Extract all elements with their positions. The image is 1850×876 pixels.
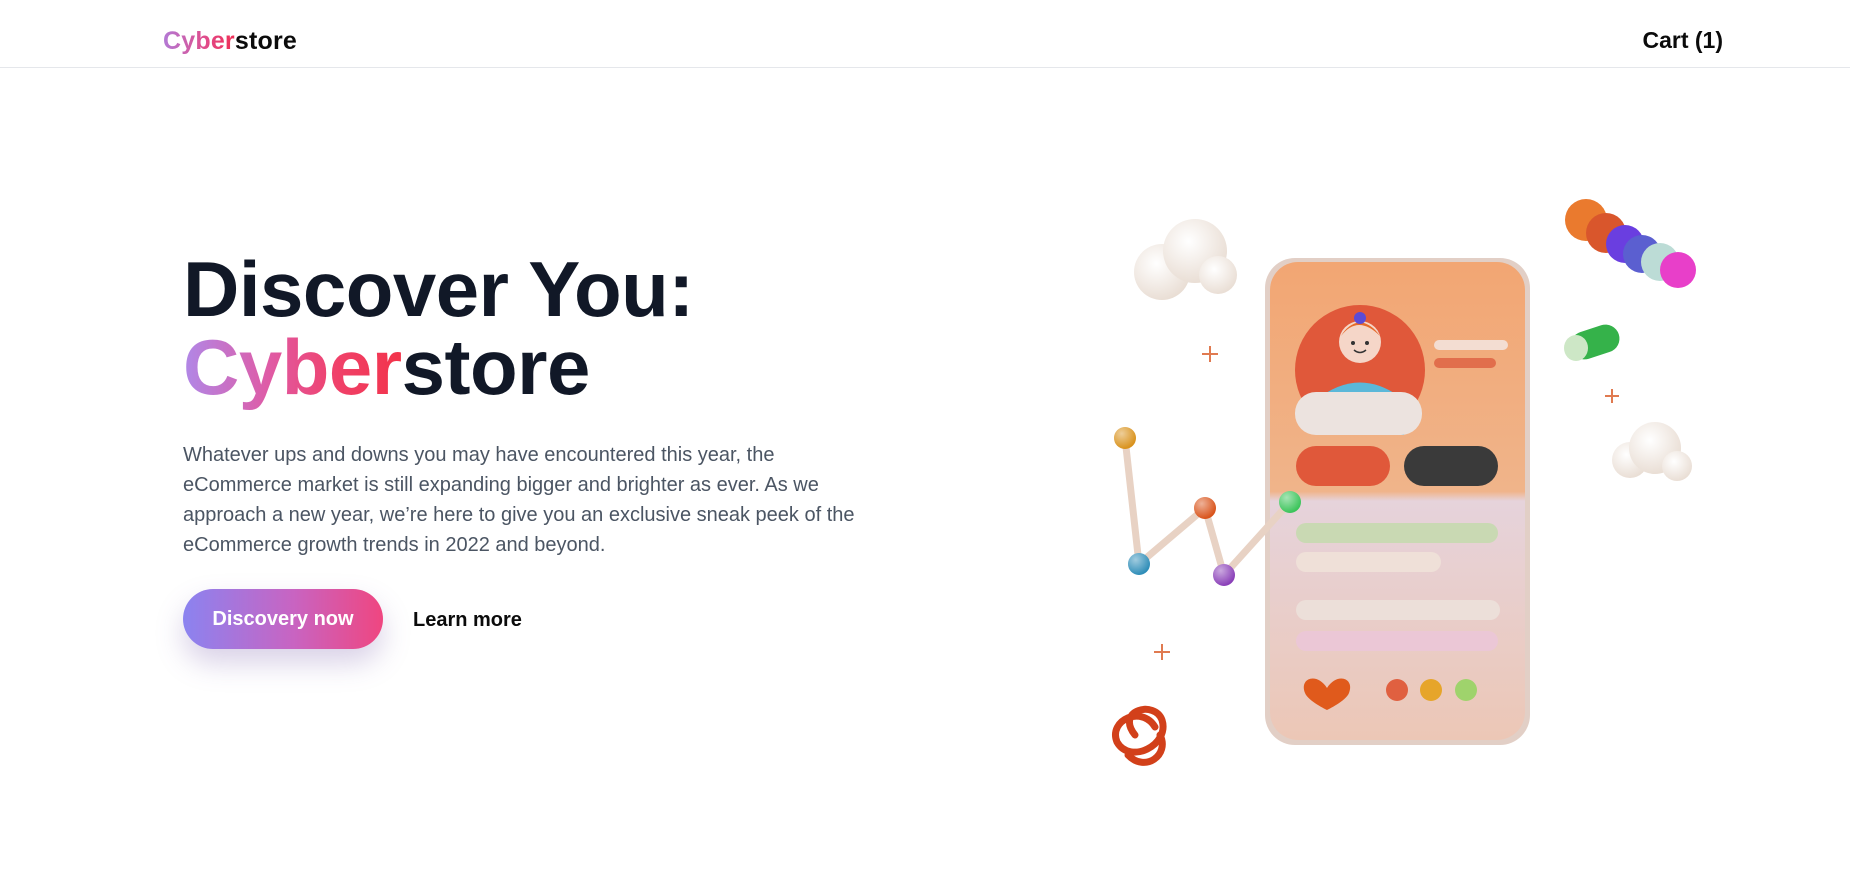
beads-icon (1565, 199, 1696, 288)
hero-title-line1: Discover You: (183, 245, 694, 333)
phone-icon (1265, 258, 1530, 745)
hero-title: Discover You: Cyberstore (183, 250, 694, 406)
toggle-pill-icon (1564, 324, 1620, 361)
cart-link[interactable]: Cart (1) (1642, 25, 1723, 55)
spiral-icon (1112, 705, 1167, 766)
learn-more-button[interactable]: Learn more (413, 607, 522, 633)
logo-part-store: store (234, 27, 298, 55)
hero-title-line2: Cyberstore (183, 328, 694, 406)
discovery-now-button[interactable]: Discovery now (183, 589, 383, 649)
hero-title-cyber: Cyber (183, 323, 402, 411)
logo[interactable]: Cyberstore (163, 26, 297, 56)
hero-title-store: store (401, 323, 591, 411)
cloud-left-icon (1134, 219, 1237, 300)
hero-description: Whatever ups and downs you may have enco… (183, 444, 855, 556)
phone-illustration (1112, 199, 1696, 766)
site-header: Cyberstore Cart (1) (0, 0, 1850, 68)
logo-part-cyber: Cyber (163, 27, 235, 55)
cloud-right-icon (1612, 422, 1692, 481)
